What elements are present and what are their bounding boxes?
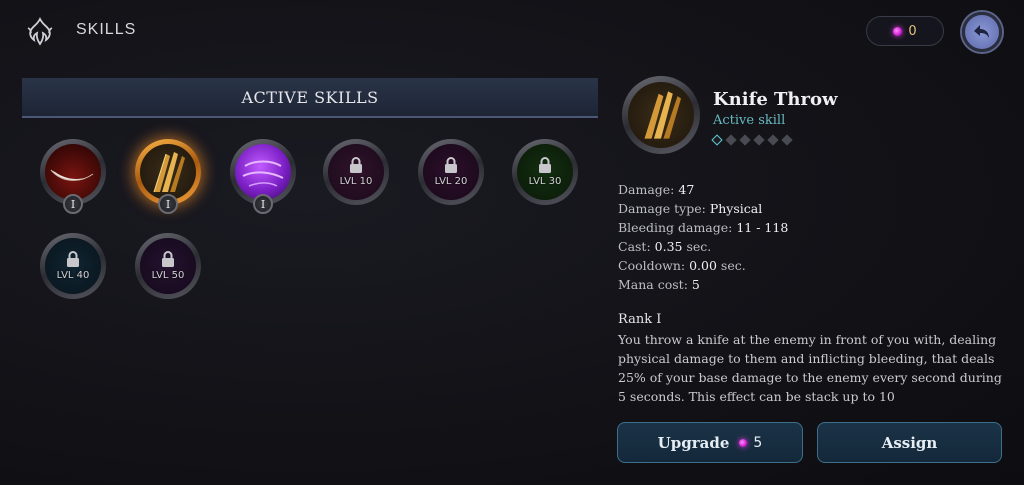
skill-slot-locked-40[interactable]: LVL 40 xyxy=(40,233,106,299)
rank-diamond-empty xyxy=(781,134,793,146)
skill-slot-arcane-orb[interactable]: I xyxy=(230,139,296,214)
knife-throw-icon xyxy=(644,91,682,139)
upgrade-cost: 5 xyxy=(753,434,763,451)
rank-progress xyxy=(711,134,793,146)
skill-slot-locked-30[interactable]: LVL 30 xyxy=(512,139,578,205)
skill-slot-knife-throw[interactable]: I xyxy=(135,139,201,214)
rank-badge: I xyxy=(253,194,273,214)
upgrade-label: Upgrade xyxy=(657,433,730,452)
section-header-active-skills: ACTIVE SKILLS xyxy=(22,78,598,118)
back-button[interactable] xyxy=(962,12,1002,52)
stat-bleeding: Bleeding damage: 11 - 118 xyxy=(618,220,789,235)
unlock-level-label: LVL 20 xyxy=(434,176,468,187)
unlock-level-label: LVL 10 xyxy=(339,176,373,187)
unlock-level-label: LVL 50 xyxy=(151,270,185,281)
lock-icon xyxy=(350,157,362,173)
rank-diamond-filled xyxy=(711,134,723,146)
gem-count: 0 xyxy=(908,23,917,39)
rank-badge: I xyxy=(158,194,178,214)
skill-type: Active skill xyxy=(713,113,786,128)
page-title: SKILLS xyxy=(76,21,137,38)
rank-diamond-empty xyxy=(767,134,779,146)
blood-slash-icon xyxy=(50,169,94,181)
knife-throw-icon xyxy=(153,152,185,193)
section-title: ACTIVE SKILLS xyxy=(241,87,379,107)
unlock-level-label: LVL 40 xyxy=(56,270,90,281)
rank-badge: I xyxy=(63,194,83,214)
rank-diamond-empty xyxy=(753,134,765,146)
rank-title: Rank I xyxy=(618,312,662,327)
lock-icon xyxy=(162,251,174,267)
skill-description: You throw a knife at the enemy in front … xyxy=(618,332,1002,404)
skill-slot-locked-50[interactable]: LVL 50 xyxy=(135,233,201,299)
back-arrow-icon xyxy=(974,25,989,38)
assign-button[interactable]: Assign xyxy=(817,422,1002,463)
stat-damage-type: Damage type: Physical xyxy=(618,201,763,216)
arcane-orb-icon xyxy=(242,160,284,187)
skill-slot-blood-slash[interactable]: I xyxy=(40,139,106,214)
assign-label: Assign xyxy=(881,433,938,452)
stat-cooldown: Cooldown: 0.00 sec. xyxy=(618,258,746,273)
selected-skill-icon xyxy=(622,76,700,154)
lock-icon xyxy=(67,251,79,267)
lock-icon xyxy=(445,157,457,173)
stat-mana: Mana cost: 5 xyxy=(618,277,700,292)
skill-slot-locked-20[interactable]: LVL 20 xyxy=(418,139,484,205)
gem-currency[interactable]: 0 xyxy=(866,16,944,46)
skill-slot-locked-10[interactable]: LVL 10 xyxy=(323,139,389,205)
pink-gem-icon xyxy=(893,26,903,36)
lock-icon xyxy=(539,157,551,173)
unlock-level-label: LVL 30 xyxy=(528,176,562,187)
upgrade-button[interactable]: Upgrade 5 xyxy=(617,422,803,463)
rank-diamond-empty xyxy=(725,134,737,146)
flame-crest-icon xyxy=(24,16,56,48)
stat-cast: Cast: 0.35 sec. xyxy=(618,239,712,254)
rank-diamond-empty xyxy=(739,134,751,146)
skill-stats: Damage: 47 Damage type: Physical Bleedin… xyxy=(618,180,788,294)
stat-damage: Damage: 47 xyxy=(618,182,695,197)
skill-name: Knife Throw xyxy=(713,89,838,110)
pink-gem-icon xyxy=(739,438,748,447)
